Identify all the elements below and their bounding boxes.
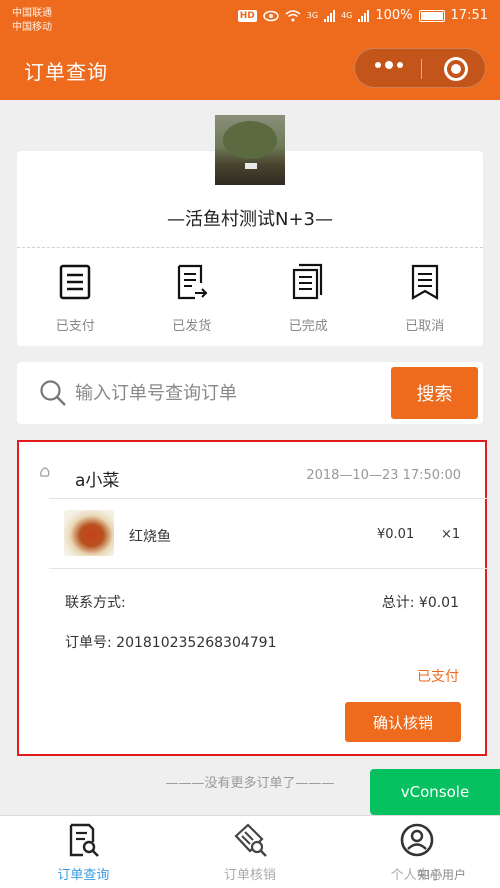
search-bar: 搜索	[17, 362, 483, 424]
item-thumbnail	[64, 510, 114, 556]
status-tab-paid[interactable]: 已支付	[17, 259, 134, 339]
order-divider	[49, 498, 487, 499]
network-type-1: 3G	[306, 11, 319, 20]
item-name: 红烧鱼	[129, 529, 171, 545]
completed-document-icon	[293, 263, 323, 300]
capsule-divider	[421, 59, 422, 79]
status-indicators: HD 3G 4G 100% 17:51	[237, 8, 488, 23]
tab-order-search[interactable]: 订单查询	[0, 816, 167, 888]
battery-icon	[418, 9, 445, 22]
store-name: —活鱼村测试N+3—	[167, 209, 333, 230]
network-type-2: 4G	[341, 11, 353, 20]
status-tab-label: 已支付	[55, 319, 95, 334]
close-miniprogram-icon[interactable]	[444, 57, 468, 81]
navigation-bar: 订单查询	[0, 38, 500, 100]
search-button[interactable]: 搜索	[391, 367, 478, 419]
store-avatar	[215, 115, 285, 185]
order-status-row: 已支付 已发货 已完成 已取消	[17, 259, 483, 339]
order-number: 订单号: 201810235268304791	[65, 635, 277, 651]
signal-icon-2	[358, 9, 370, 22]
shipped-document-icon	[177, 264, 208, 300]
shop-icon	[40, 467, 50, 477]
eye-icon	[263, 10, 279, 21]
paid-receipt-icon	[60, 264, 91, 300]
status-tab-label: 已取消	[405, 319, 445, 334]
tab-profile[interactable]: 个人中心	[333, 816, 500, 888]
order-card: a小菜 2018—10—23 17:50:00 红烧鱼 ¥0.01 ×1 联系方…	[17, 440, 487, 756]
system-status-bar: 中国联通 中国移动 HD 3G 4G 100% 17:51	[0, 0, 500, 38]
status-tab-label: 已发货	[172, 319, 212, 334]
order-divider	[49, 568, 487, 569]
order-verify-icon	[234, 823, 267, 857]
item-quantity: ×1	[441, 527, 461, 542]
confirm-verify-button[interactable]: 确认核销	[345, 702, 461, 742]
store-divider	[17, 247, 483, 248]
order-number-search-input[interactable]	[75, 378, 375, 408]
tab-label: 个人中心	[390, 868, 443, 883]
order-search-icon	[70, 823, 100, 857]
tab-label: 订单核销	[224, 868, 277, 883]
status-tab-completed[interactable]: 已完成	[250, 259, 367, 339]
order-status-badge: 已支付	[417, 669, 459, 685]
order-time: 2018—10—23 17:50:00	[306, 468, 461, 483]
carrier-label-2: 中国移动	[12, 22, 52, 33]
more-options-icon[interactable]	[375, 61, 403, 69]
signal-icon-1	[324, 9, 336, 22]
order-total: 总计: ¥0.01	[381, 595, 459, 611]
page-title: 订单查询	[24, 60, 108, 84]
zhihu-watermark: 知乎用户	[418, 868, 467, 882]
cancelled-bookmark-icon	[411, 264, 438, 300]
item-price: ¥0.01	[377, 527, 415, 542]
tab-label: 订单查询	[57, 868, 110, 883]
miniprogram-capsule	[354, 48, 486, 88]
status-tab-shipped[interactable]: 已发货	[134, 259, 251, 339]
wifi-icon	[285, 9, 301, 21]
hd-badge: HD	[237, 9, 257, 22]
carrier-label-1: 中国联通	[12, 8, 52, 19]
profile-icon	[400, 823, 433, 857]
tab-order-verify[interactable]: 订单核销	[167, 816, 334, 888]
status-tab-cancelled[interactable]: 已取消	[367, 259, 484, 339]
vconsole-button[interactable]: vConsole	[370, 769, 500, 815]
clock: 17:51	[450, 8, 488, 23]
shop-name: a小菜	[75, 471, 120, 491]
contact-label: 联系方式:	[65, 595, 126, 611]
status-tab-label: 已完成	[288, 319, 328, 334]
battery-percent: 100%	[375, 8, 413, 23]
search-icon	[40, 380, 66, 406]
